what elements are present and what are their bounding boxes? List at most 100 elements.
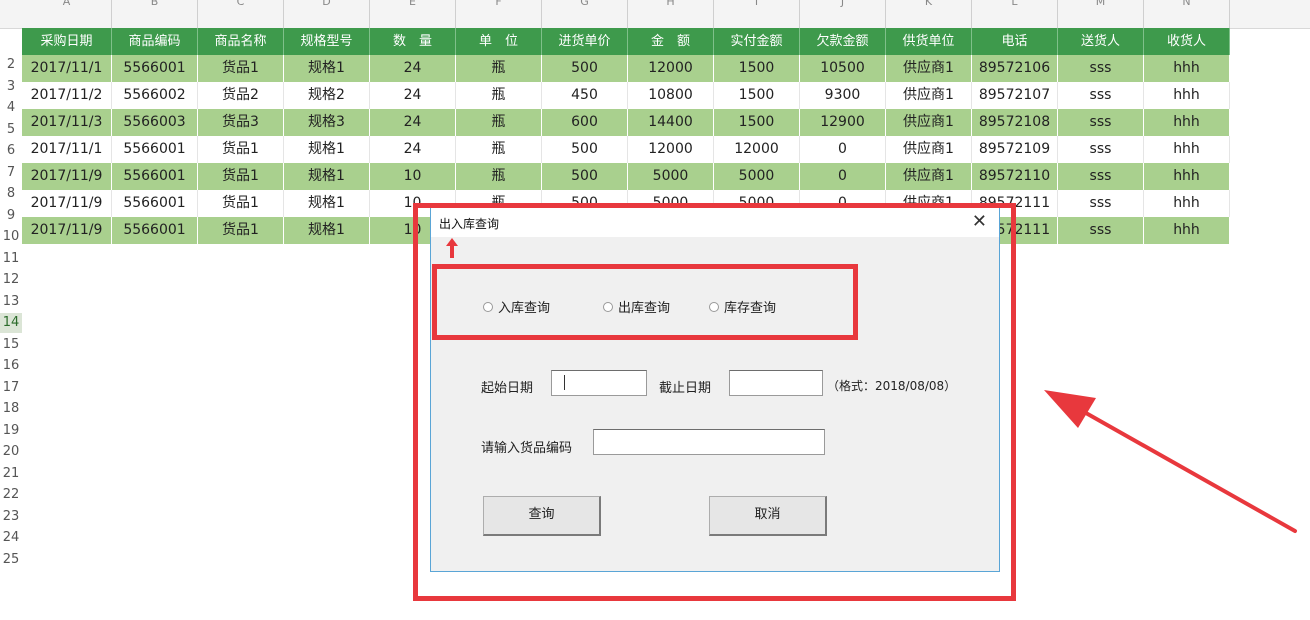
row-number[interactable]: 24 (0, 528, 22, 548)
row-number[interactable]: 22 (0, 485, 22, 505)
column-header[interactable]: 商品名称 (198, 28, 284, 55)
row-number[interactable]: 20 (0, 442, 22, 462)
table-cell[interactable]: 24 (370, 136, 456, 163)
table-cell[interactable]: 瓶 (456, 55, 542, 82)
table-cell[interactable]: 瓶 (456, 82, 542, 109)
table-cell[interactable]: 货品2 (198, 82, 284, 109)
column-letter-cell[interactable]: M (1058, 0, 1144, 28)
table-cell[interactable]: 供应商1 (886, 55, 972, 82)
column-letter-cell[interactable]: A (22, 0, 112, 28)
table-cell[interactable]: hhh (1144, 136, 1230, 163)
row-number[interactable]: 8 (0, 184, 22, 204)
table-cell[interactable]: 规格2 (284, 82, 370, 109)
column-header[interactable]: 欠款金额 (800, 28, 886, 55)
table-cell[interactable]: 5566003 (112, 109, 198, 136)
table-cell[interactable]: 规格1 (284, 190, 370, 217)
row-number[interactable]: 14 (0, 313, 22, 333)
row-number[interactable]: 4 (0, 98, 22, 118)
table-cell[interactable]: sss (1058, 55, 1144, 82)
table-cell[interactable]: 供应商1 (886, 163, 972, 190)
column-header[interactable]: 数 量 (370, 28, 456, 55)
column-letter-cell[interactable]: H (628, 0, 714, 28)
table-cell[interactable]: 规格1 (284, 55, 370, 82)
column-header[interactable]: 金 额 (628, 28, 714, 55)
table-cell[interactable]: sss (1058, 109, 1144, 136)
table-cell[interactable]: 5000 (628, 163, 714, 190)
table-cell[interactable]: hhh (1144, 55, 1230, 82)
table-cell[interactable]: 500 (542, 136, 628, 163)
row-number[interactable]: 23 (0, 507, 22, 527)
row-number[interactable]: 10 (0, 227, 22, 247)
table-cell[interactable]: 24 (370, 109, 456, 136)
table-cell[interactable]: 2017/11/9 (22, 217, 112, 244)
row-number[interactable]: 9 (0, 206, 22, 226)
column-header[interactable]: 供货单位 (886, 28, 972, 55)
table-cell[interactable]: sss (1058, 136, 1144, 163)
table-cell[interactable]: 2017/11/1 (22, 136, 112, 163)
row-number[interactable]: 16 (0, 356, 22, 376)
table-cell[interactable]: 规格1 (284, 136, 370, 163)
table-cell[interactable]: 货品1 (198, 163, 284, 190)
row-number[interactable]: 12 (0, 270, 22, 290)
column-header[interactable]: 进货单价 (542, 28, 628, 55)
table-cell[interactable]: 供应商1 (886, 136, 972, 163)
table-cell[interactable]: 5566001 (112, 190, 198, 217)
row-number[interactable]: 21 (0, 464, 22, 484)
table-cell[interactable]: 89572110 (972, 163, 1058, 190)
table-cell[interactable]: 12000 (628, 136, 714, 163)
table-cell[interactable]: 瓶 (456, 109, 542, 136)
column-letter-cell[interactable]: J (800, 0, 886, 28)
row-number[interactable]: 17 (0, 378, 22, 398)
row-number[interactable]: 6 (0, 141, 22, 161)
table-cell[interactable]: 货品3 (198, 109, 284, 136)
column-letter-cell[interactable]: E (370, 0, 456, 28)
row-number[interactable]: 19 (0, 421, 22, 441)
table-cell[interactable]: 450 (542, 82, 628, 109)
row-number[interactable]: 2 (0, 55, 22, 75)
column-letter-cell[interactable]: B (112, 0, 198, 28)
column-letter-cell[interactable]: F (456, 0, 542, 28)
row-number[interactable]: 11 (0, 249, 22, 269)
column-letter-cell[interactable]: C (198, 0, 284, 28)
table-cell[interactable]: sss (1058, 163, 1144, 190)
table-cell[interactable]: 89572106 (972, 55, 1058, 82)
table-cell[interactable]: 货品1 (198, 217, 284, 244)
table-cell[interactable]: 9300 (800, 82, 886, 109)
table-cell[interactable]: 89572108 (972, 109, 1058, 136)
table-cell[interactable]: 600 (542, 109, 628, 136)
table-cell[interactable]: 2017/11/3 (22, 109, 112, 136)
table-cell[interactable]: 0 (800, 136, 886, 163)
row-number[interactable]: 18 (0, 399, 22, 419)
table-cell[interactable]: 24 (370, 55, 456, 82)
column-header[interactable]: 送货人 (1058, 28, 1144, 55)
table-cell[interactable]: 89572109 (972, 136, 1058, 163)
table-cell[interactable]: 14400 (628, 109, 714, 136)
table-cell[interactable]: 2017/11/2 (22, 82, 112, 109)
table-cell[interactable]: hhh (1144, 82, 1230, 109)
table-cell[interactable]: 货品1 (198, 190, 284, 217)
table-cell[interactable]: hhh (1144, 109, 1230, 136)
table-cell[interactable]: 货品1 (198, 136, 284, 163)
table-cell[interactable]: 1500 (714, 55, 800, 82)
table-cell[interactable]: 瓶 (456, 163, 542, 190)
row-number[interactable]: 3 (0, 77, 22, 97)
table-cell[interactable]: 5566001 (112, 163, 198, 190)
table-cell[interactable]: 货品1 (198, 55, 284, 82)
column-letter-cell[interactable]: G (542, 0, 628, 28)
table-cell[interactable]: 5000 (714, 163, 800, 190)
table-cell[interactable]: hhh (1144, 163, 1230, 190)
table-cell[interactable]: sss (1058, 217, 1144, 244)
table-cell[interactable]: 12900 (800, 109, 886, 136)
table-cell[interactable]: 500 (542, 163, 628, 190)
column-header[interactable]: 收货人 (1144, 28, 1230, 55)
table-cell[interactable]: 24 (370, 82, 456, 109)
table-cell[interactable]: 1500 (714, 109, 800, 136)
column-header[interactable]: 单 位 (456, 28, 542, 55)
table-cell[interactable]: 2017/11/9 (22, 163, 112, 190)
table-cell[interactable]: 规格1 (284, 217, 370, 244)
table-cell[interactable]: 12000 (714, 136, 800, 163)
table-cell[interactable]: sss (1058, 190, 1144, 217)
table-cell[interactable]: 89572107 (972, 82, 1058, 109)
table-cell[interactable]: hhh (1144, 190, 1230, 217)
table-cell[interactable]: 规格1 (284, 163, 370, 190)
